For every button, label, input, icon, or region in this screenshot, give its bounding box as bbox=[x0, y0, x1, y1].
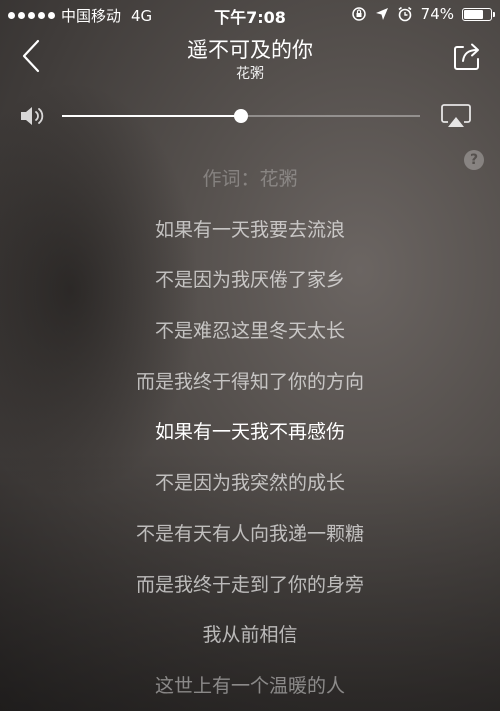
battery-tip bbox=[493, 11, 495, 17]
lyric-line: 不是因为我突然的成长 bbox=[154, 472, 345, 495]
lyric-line: 而是我终于得知了你的方向 bbox=[135, 370, 364, 393]
alarm-clock-icon bbox=[398, 6, 412, 22]
volume-icon-button bbox=[18, 104, 48, 128]
lyric-line: 我从前相信 bbox=[202, 624, 298, 647]
location-arrow-icon bbox=[375, 8, 388, 20]
lyric-line: 不是因为我厌倦了家乡 bbox=[154, 269, 345, 292]
chevron-left-icon bbox=[22, 39, 40, 73]
lyric-line: 不是有天有人向我递一颗糖 bbox=[135, 522, 364, 545]
lyric-line: 而是我终于走到了你的身旁 bbox=[135, 573, 364, 596]
volume-slider-fill bbox=[62, 115, 241, 117]
volume-slider-knob[interactable] bbox=[234, 109, 248, 123]
status-right: 74% bbox=[351, 5, 495, 23]
battery-icon bbox=[462, 7, 495, 21]
lyric-line: 这世上有一个温暖的人 bbox=[154, 674, 345, 697]
song-title: 遥不可及的你 bbox=[187, 38, 313, 62]
battery-percent: 74% bbox=[420, 5, 454, 23]
rotation-lock-icon bbox=[351, 7, 366, 21]
status-bar: 中国移动 4G 下午7:08 74% bbox=[0, 0, 500, 28]
back-button[interactable] bbox=[18, 38, 46, 74]
now-playing-lyrics-screen: 中国移动 4G 下午7:08 74% 遥不可及的你 花粥 ? 作词：花粥 如果有… bbox=[0, 0, 500, 711]
airplay-icon bbox=[441, 104, 471, 127]
lyric-line: 如果有一天我要去流浪 bbox=[154, 218, 345, 241]
lyric-line: 作词：花粥 bbox=[202, 168, 298, 190]
volume-slider[interactable] bbox=[62, 109, 420, 123]
speaker-icon bbox=[21, 107, 44, 125]
share-icon bbox=[454, 43, 479, 70]
lyrics-list[interactable]: 作词：花粥如果有一天我要去流浪 不是因为我厌倦了家乡 不是难忍这里冬天太长 而是我终于… bbox=[0, 163, 500, 711]
share-button[interactable] bbox=[452, 40, 482, 72]
airplay-button[interactable] bbox=[440, 103, 472, 129]
lyric-line: 不是难忍这里冬天太长 bbox=[154, 320, 345, 343]
artist-name: 花粥 bbox=[236, 66, 264, 82]
battery-level bbox=[464, 9, 483, 19]
lyric-line-current: 如果有一天我不再感伤 bbox=[154, 421, 345, 444]
